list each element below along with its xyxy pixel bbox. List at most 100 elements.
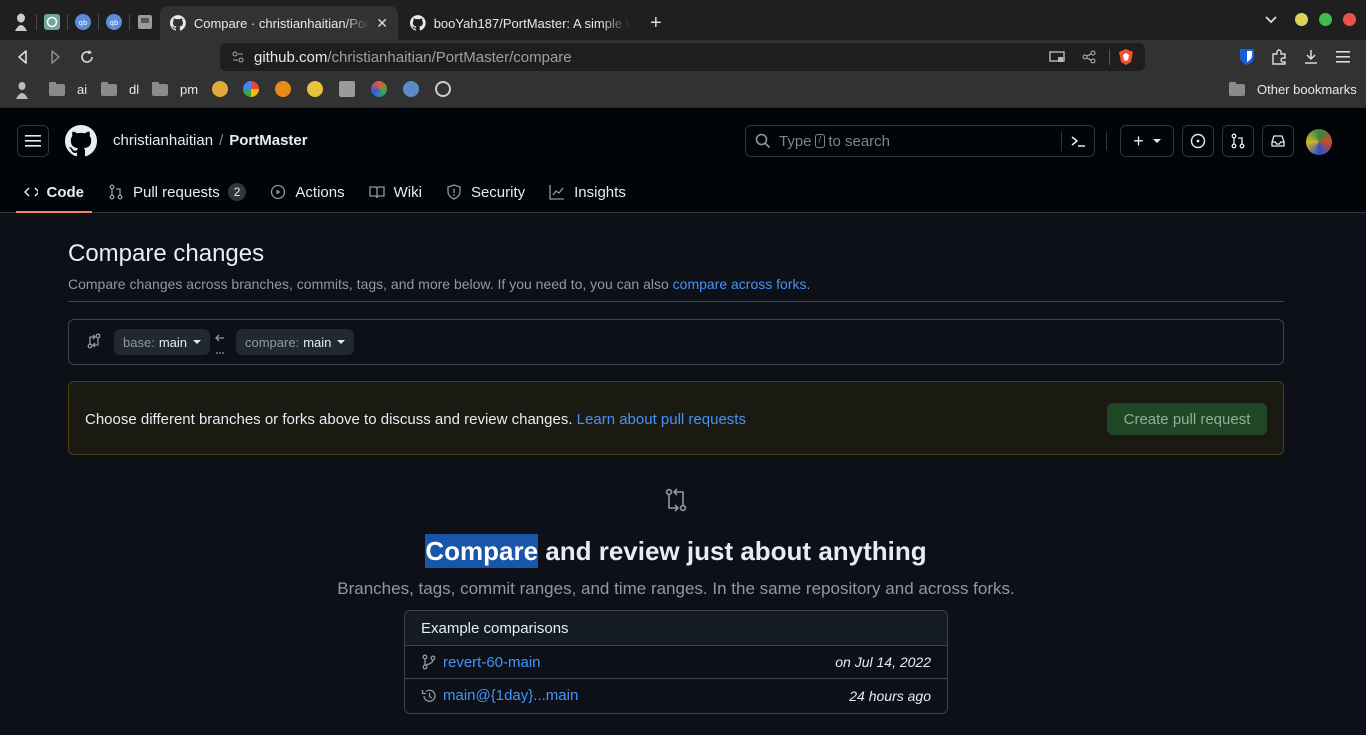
browser-toolbar: github.com/christianhaitian/PortMaster/c… <box>0 40 1366 74</box>
menu-icon[interactable] <box>1336 51 1350 63</box>
example-ref-link[interactable]: main@{1day}...main <box>443 687 578 704</box>
create-new-button[interactable]: + <box>1120 125 1174 157</box>
tab-actions[interactable]: Actions <box>262 172 352 212</box>
tab-code[interactable]: Code <box>0 172 92 213</box>
example-date: 24 hours ago <box>849 687 931 704</box>
list-item: main@{1day}...main 24 hours ago <box>405 679 947 712</box>
avatar[interactable] <box>1306 129 1332 155</box>
repo-breadcrumb: christianhaitian / PortMaster <box>113 132 308 149</box>
tab-pull-requests[interactable]: Pull requests 2 <box>100 172 254 212</box>
learn-about-pull-requests-link[interactable]: Learn about pull requests <box>577 411 746 428</box>
blank-state-title: Compare and review just about anything <box>425 534 927 568</box>
close-tab-icon[interactable]: ✕ <box>376 15 388 32</box>
left-arrow-icon <box>215 334 224 354</box>
pull-request-icon <box>1231 133 1245 149</box>
caret-down-icon <box>337 340 346 344</box>
bitwarden-icon[interactable] <box>1239 48 1255 66</box>
bookmarks-bar: ai dl pm Other bookmarks <box>0 74 1366 108</box>
issues-button[interactable] <box>1182 125 1214 157</box>
pull-request-icon <box>109 184 123 200</box>
bookmark-q-icon[interactable] <box>275 81 291 97</box>
pull-requests-button[interactable] <box>1222 125 1254 157</box>
address-bar[interactable]: github.com/christianhaitian/PortMaster/c… <box>220 43 1145 71</box>
forward-icon[interactable] <box>46 48 64 66</box>
command-palette-icon[interactable] <box>1070 134 1086 148</box>
bookmark-colorful-icon[interactable] <box>371 81 387 97</box>
search-icon <box>755 133 771 149</box>
keyboard-shortcut: / <box>814 134 826 148</box>
back-icon[interactable] <box>14 48 32 66</box>
inbox-button[interactable] <box>1262 125 1294 157</box>
info-banner: Choose different branches or forks above… <box>68 381 1284 455</box>
github-icon <box>170 15 186 31</box>
bookmark-blue-icon[interactable] <box>403 81 419 97</box>
tab-wiki[interactable]: Wiki <box>361 172 430 212</box>
bookmark-circle-icon[interactable] <box>435 81 451 97</box>
pinned-tab-qb-2[interactable]: qb <box>102 10 126 34</box>
cast-icon[interactable] <box>1049 51 1065 63</box>
divider <box>68 301 1284 302</box>
bookmark-image-icon[interactable] <box>339 81 355 97</box>
bookmark-google-icon[interactable] <box>243 81 259 97</box>
compare-icon <box>665 488 687 512</box>
search-input[interactable]: Type / to search <box>745 125 1095 157</box>
bookmark-folder-dl[interactable]: dl <box>101 81 139 97</box>
pinned-tab-chatgpt[interactable] <box>40 10 64 34</box>
qbittorrent-icon: qb <box>106 14 122 30</box>
tab-compare[interactable]: Compare · christianhaitian/PortMaster ✕ <box>160 6 398 40</box>
repo-link[interactable]: PortMaster <box>229 132 307 149</box>
reload-icon[interactable] <box>78 48 96 66</box>
example-ref-link[interactable]: revert-60-main <box>443 654 541 671</box>
bookmark-yellow-icon[interactable] <box>307 81 323 97</box>
download-icon[interactable] <box>1304 49 1318 65</box>
create-pull-request-button[interactable]: Create pull request <box>1107 403 1267 435</box>
example-comparisons-box: Example comparisons revert-60-main on Ju… <box>404 610 948 714</box>
graph-icon <box>549 185 565 200</box>
new-tab-button[interactable]: + <box>650 12 662 35</box>
banner-message: Choose different branches or forks above… <box>85 411 746 428</box>
svg-text:qb: qb <box>110 19 119 27</box>
list-item: revert-60-main on Jul 14, 2022 <box>405 646 947 679</box>
tab-security[interactable]: Security <box>438 172 533 212</box>
branch-range-editor: base: main compare: main <box>68 319 1284 365</box>
other-bookmarks[interactable]: Other bookmarks <box>1229 81 1357 97</box>
example-date: on Jul 14, 2022 <box>835 654 931 670</box>
maximize-button[interactable] <box>1319 13 1332 26</box>
brave-shield-icon[interactable] <box>1118 48 1134 66</box>
tab-list-chevron-icon[interactable] <box>1265 16 1277 24</box>
browser-tab-bar: qb qb Compare · christianhaitian/PortMas… <box>0 0 1366 40</box>
person-icon[interactable] <box>16 81 28 99</box>
tab-booyah[interactable]: booYah187/PortMaster: A simple tool <box>400 6 640 40</box>
hamburger-icon <box>25 135 41 147</box>
site-settings-icon[interactable] <box>232 51 244 63</box>
bookmark-folder-pm[interactable]: pm <box>152 81 198 97</box>
owner-link[interactable]: christianhaitian <box>113 132 213 149</box>
code-icon <box>24 187 38 197</box>
compare-across-forks-link[interactable]: compare across forks <box>673 276 807 292</box>
bookmark-folder-ai[interactable]: ai <box>49 81 87 97</box>
bookmark-medal-icon[interactable] <box>212 81 228 97</box>
compare-branch-dropdown[interactable]: compare: main <box>236 329 355 355</box>
selected-text: Compare <box>425 534 539 568</box>
compare-arrows-icon <box>87 333 101 349</box>
branch-icon <box>422 654 436 670</box>
folder-icon <box>1229 81 1245 96</box>
menu-button[interactable] <box>17 125 49 157</box>
pinned-tab-qb[interactable]: qb <box>71 10 95 34</box>
github-logo-icon[interactable] <box>65 125 97 157</box>
issue-icon <box>1190 133 1206 149</box>
pinned-tab-drive[interactable] <box>133 10 157 34</box>
shield-icon <box>447 184 461 200</box>
pinned-tab-avatar[interactable] <box>9 10 33 34</box>
close-window-button[interactable] <box>1343 13 1356 26</box>
minimize-button[interactable] <box>1295 13 1308 26</box>
url-text: github.com/christianhaitian/PortMaster/c… <box>254 48 572 66</box>
person-icon <box>15 13 27 31</box>
tab-insights[interactable]: Insights <box>541 172 634 212</box>
share-icon[interactable] <box>1082 50 1096 64</box>
book-icon <box>368 186 385 199</box>
base-branch-dropdown[interactable]: base: main <box>114 329 210 355</box>
extensions-icon[interactable] <box>1271 49 1287 65</box>
compare-page: Compare changes Compare changes across b… <box>0 213 1366 735</box>
inbox-icon <box>1271 135 1285 147</box>
